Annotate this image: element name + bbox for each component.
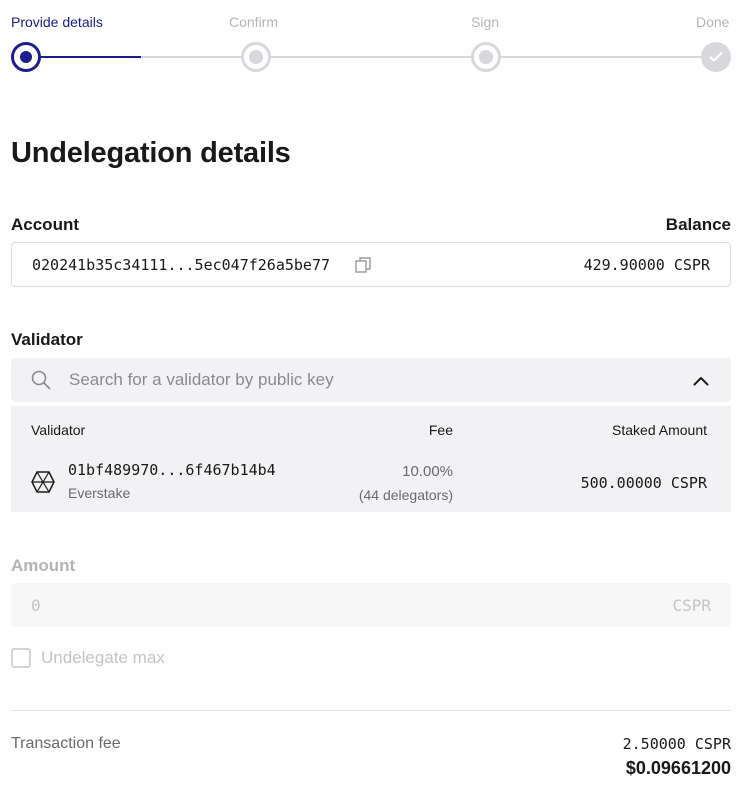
undelegate-max-checkbox[interactable] [11,648,31,668]
validator-fee: 10.00% [402,463,453,480]
step-label-confirm: Confirm [229,14,279,30]
step-node-sign [471,42,501,72]
checkmark-icon [709,51,723,62]
step-node-provide-details [11,42,41,72]
amount-input[interactable]: 0 [31,596,41,615]
validator-logo-icon [31,470,55,499]
divider [11,710,731,711]
validator-staked-amount: 500.00000 CSPR [580,474,707,492]
validator-name: Everstake [68,485,131,501]
page-title: Undelegation details [11,137,291,169]
validator-public-key: 01bf489970...6f467b14b4 [68,461,276,479]
step-label-provide-details: Provide details [11,14,103,30]
undelegate-max-label[interactable]: Undelegate max [41,648,165,668]
amount-label: Amount [11,556,76,575]
step-label-done: Done [696,14,730,30]
validator-search[interactable] [11,358,731,402]
stepper-track-progress [26,56,141,58]
search-icon [31,370,51,395]
validator-table: Validator Fee Staked Amount 01bf489970..… [11,406,731,512]
chevron-up-icon[interactable] [693,373,709,391]
column-header-fee: Fee [428,422,453,438]
transaction-fee-cspr: 2.50000 CSPR [622,735,731,753]
balance-label: Balance [665,215,731,234]
column-header-validator: Validator [31,422,86,438]
step-node-done [701,42,731,72]
progress-stepper: Provide details Confirm Sign Done [0,0,745,80]
copy-icon[interactable] [355,257,371,273]
transaction-fee-usd: $0.09661200 [625,758,731,778]
amount-field[interactable]: 0 CSPR [11,583,731,627]
account-field: 020241b35c34111...5ec047f26a5be77 429.90… [11,242,731,287]
amount-unit: CSPR [672,596,711,615]
transaction-fee-label: Transaction fee [11,735,121,752]
account-balance: 429.90000 CSPR [583,256,710,274]
column-header-staked-amount: Staked Amount [612,422,707,438]
validator-label: Validator [11,330,83,349]
step-label-sign: Sign [471,14,500,30]
account-label: Account [11,215,79,234]
account-public-key: 020241b35c34111...5ec047f26a5be77 [32,256,331,274]
validator-search-input[interactable] [69,368,669,392]
validator-delegators: (44 delegators) [358,487,453,503]
step-node-confirm [241,42,271,72]
